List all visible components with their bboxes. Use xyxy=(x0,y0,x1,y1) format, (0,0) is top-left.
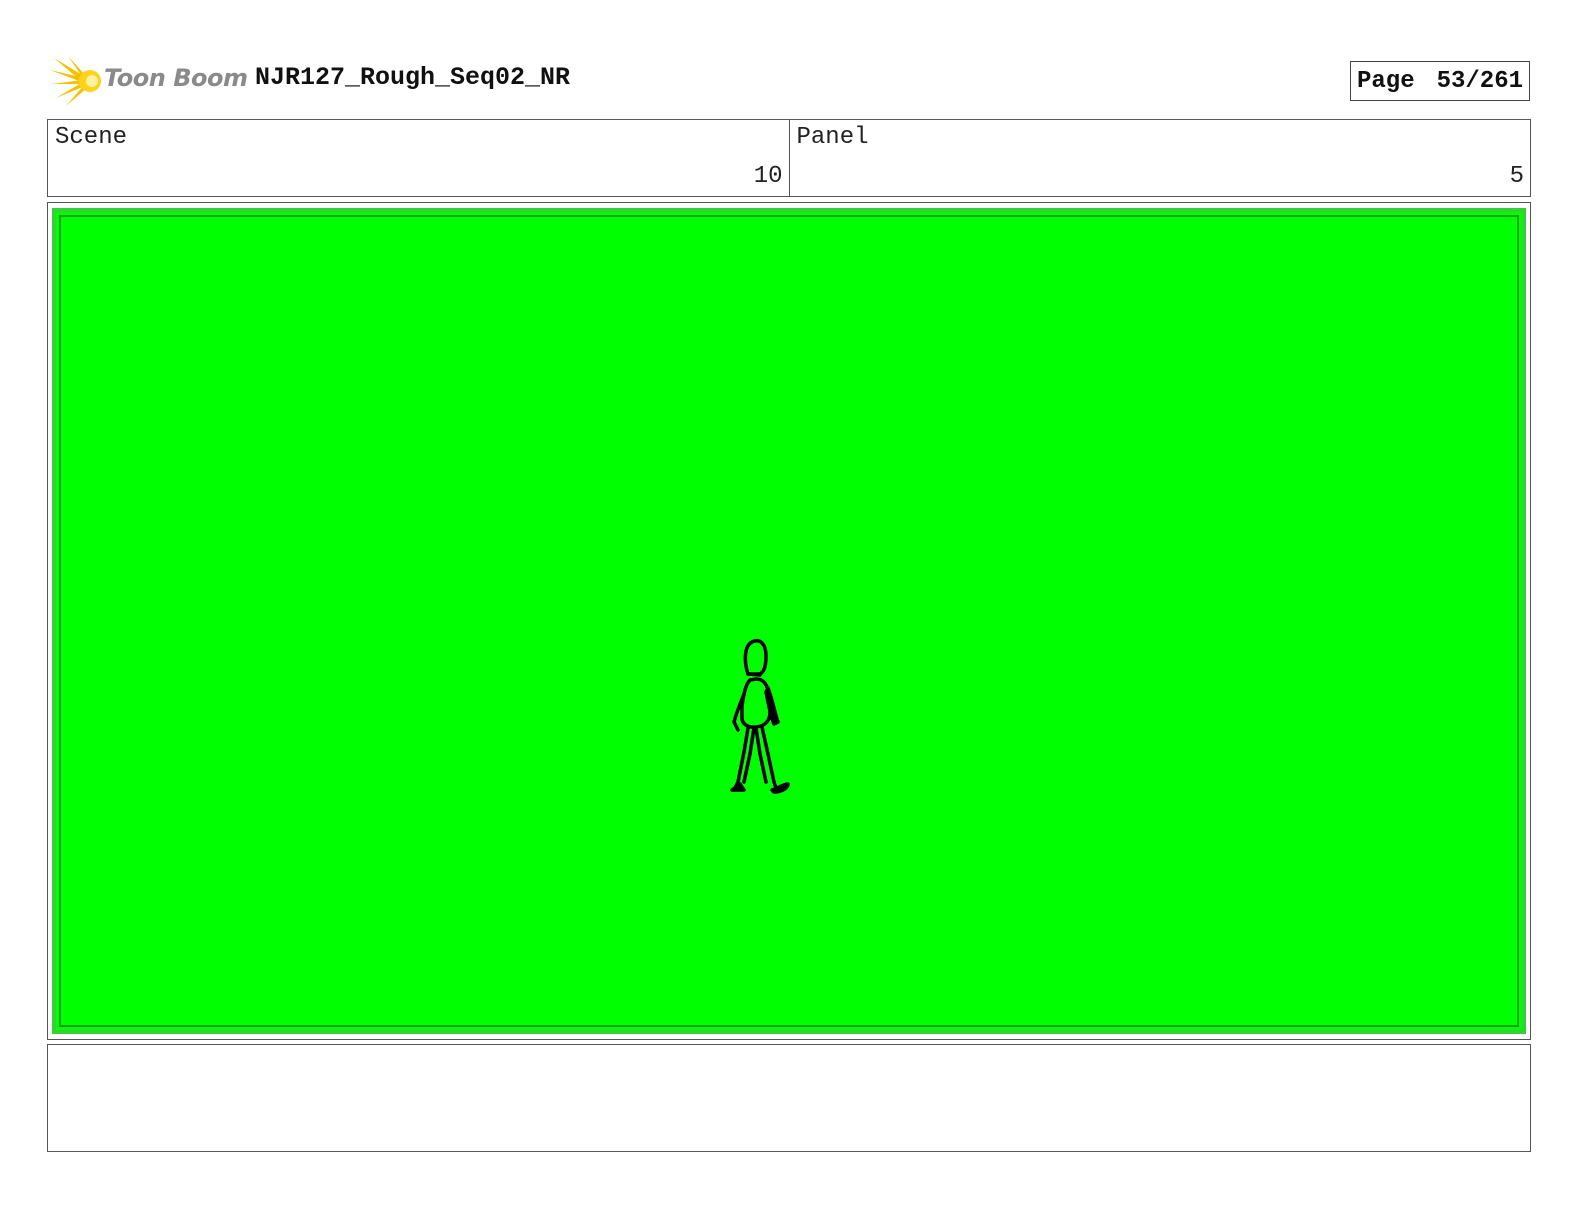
page-label: Page xyxy=(1357,67,1415,95)
storyboard-panel-frame xyxy=(47,202,1531,1040)
document-title: NJR127_Rough_Seq02_NR xyxy=(255,63,571,92)
panel-number: 5 xyxy=(1509,163,1524,190)
scene-number: 10 xyxy=(753,163,783,190)
panel-label: Panel xyxy=(796,124,869,151)
panel-cell: Panel 5 xyxy=(788,120,1531,196)
panel-notes-box xyxy=(47,1044,1531,1152)
storyboard-panel-image xyxy=(52,208,1526,1034)
walking-figure-sketch xyxy=(730,639,790,794)
page-number: 53/261 xyxy=(1436,67,1523,95)
scene-panel-info: Scene 10 Panel 5 xyxy=(47,119,1531,197)
scene-label: Scene xyxy=(55,124,128,151)
logo-text: Toon Boom xyxy=(104,64,248,92)
page-indicator: Page 53/261 xyxy=(1350,61,1530,101)
toon-boom-logo: Toon Boom xyxy=(50,54,248,108)
safe-area-border xyxy=(59,215,1519,1027)
scene-cell: Scene 10 xyxy=(48,120,789,196)
sunburst-icon xyxy=(50,56,101,106)
